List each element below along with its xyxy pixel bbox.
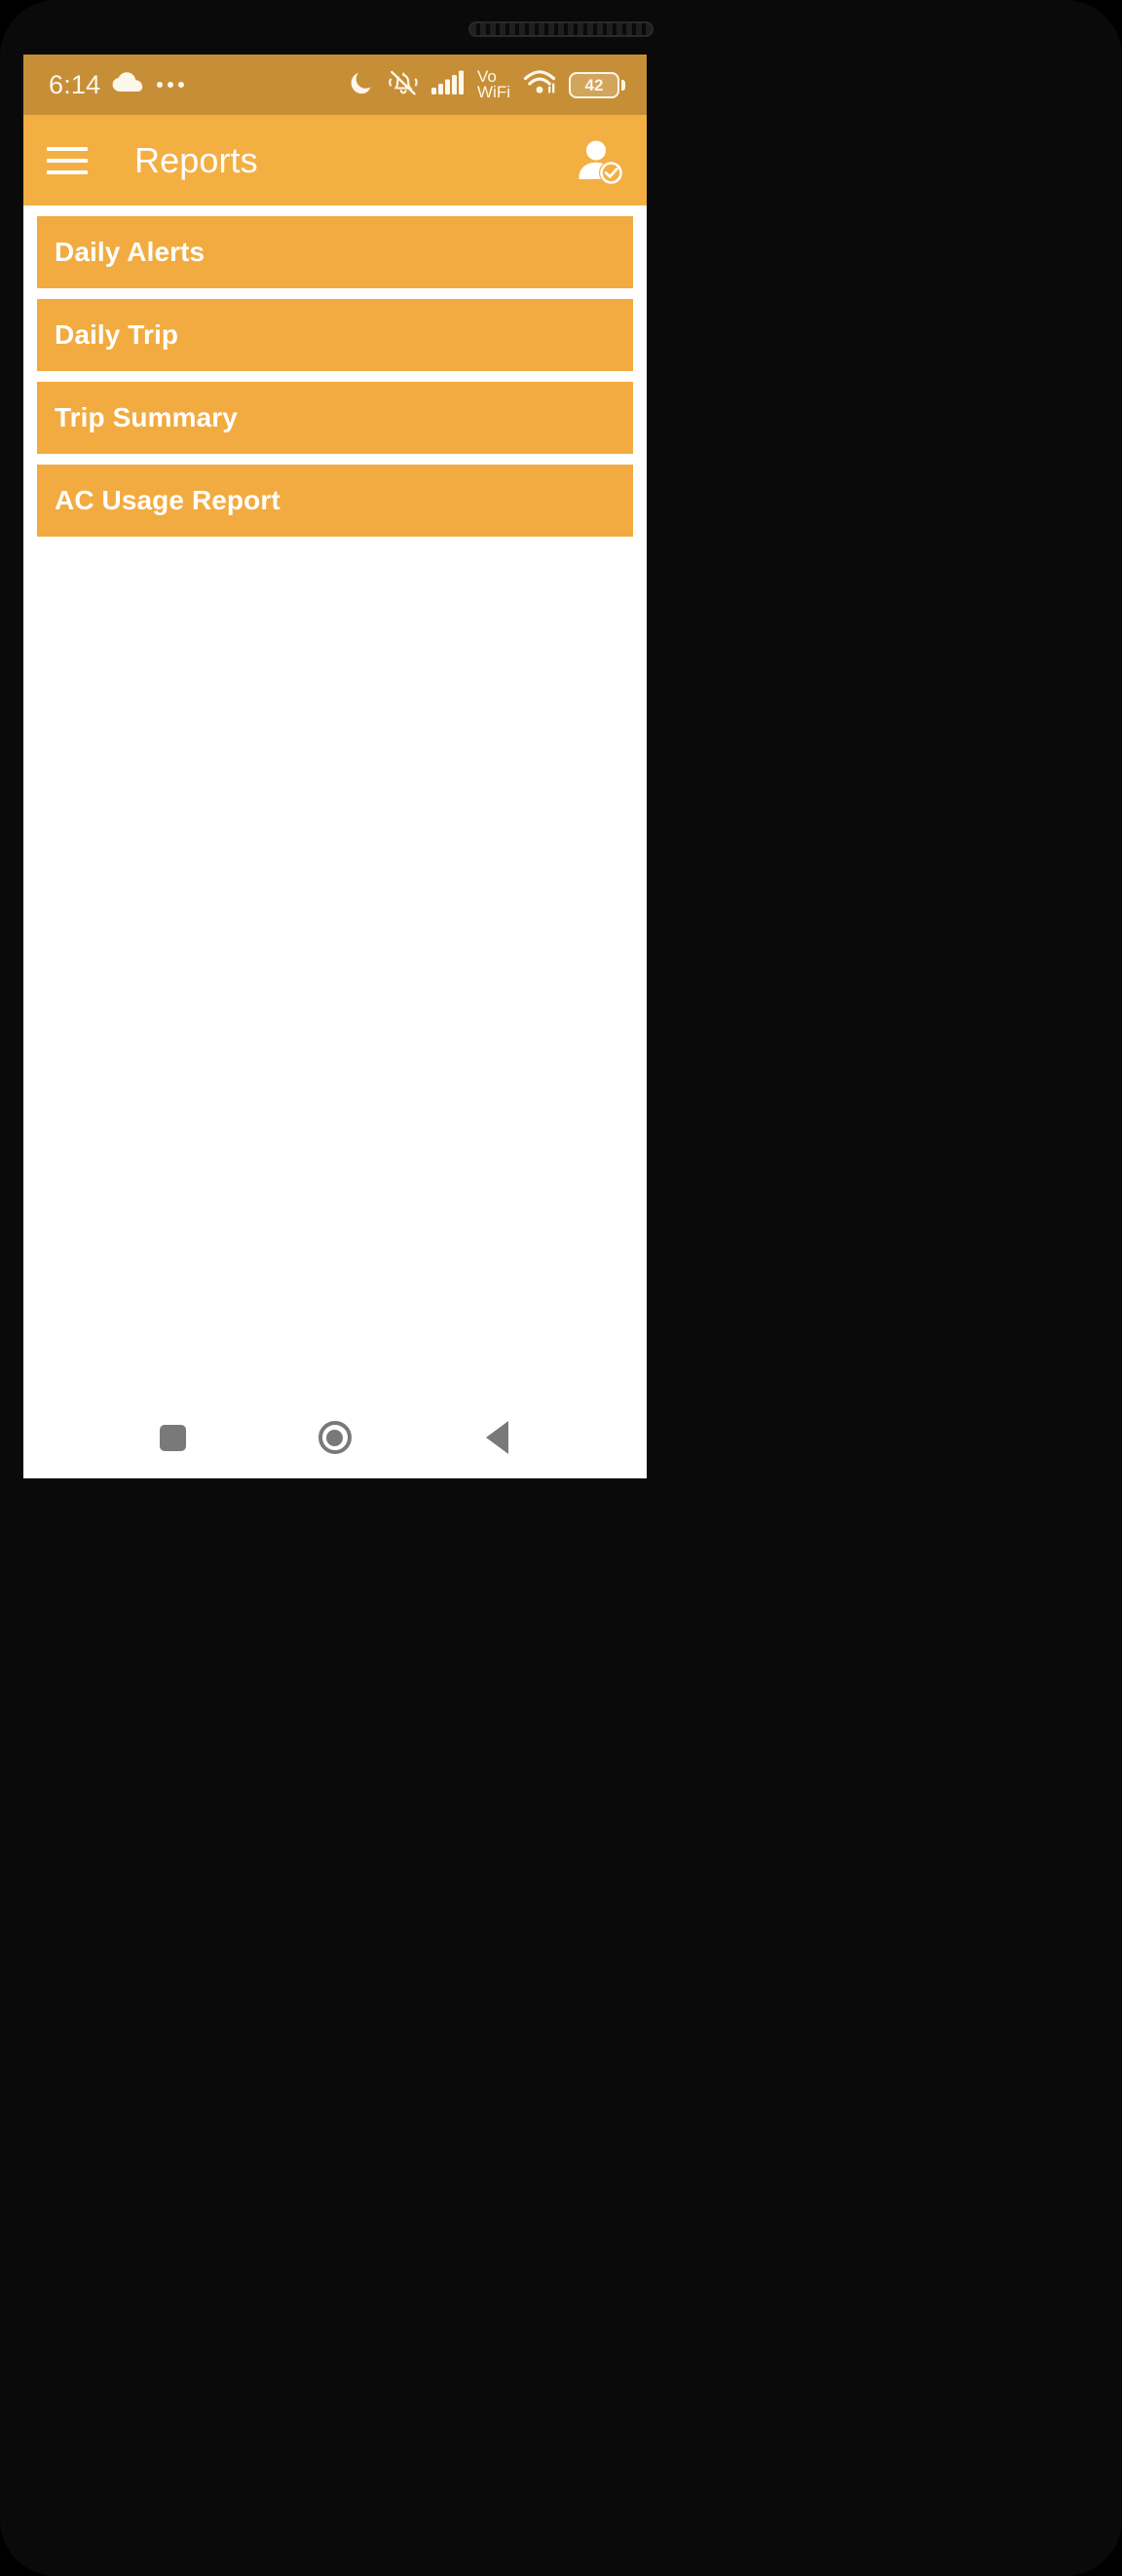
status-bar-left: 6:14 [49,69,185,99]
status-bar: 6:14 Vo WiFi 42 [23,55,647,115]
report-list: Daily Alerts Daily Trip Trip Summary AC … [23,205,647,1397]
wifi-icon [523,69,556,100]
user-verified-icon[interactable] [573,134,625,187]
app-bar: Reports [23,115,647,205]
report-item-label: Trip Summary [55,402,238,432]
report-item-daily-alerts[interactable]: Daily Alerts [37,216,633,288]
battery-icon: 42 [569,71,625,98]
bell-muted-vibrate-icon [388,69,419,101]
more-notifications-icon [157,82,185,88]
cellular-signal-icon [431,70,467,100]
moon-icon [350,70,375,100]
earpiece-speaker-icon [468,21,654,37]
back-triangle-icon[interactable] [468,1407,528,1468]
report-item-label: AC Usage Report [55,485,280,515]
vowifi-indicator: Vo WiFi [477,69,510,101]
hamburger-menu-icon[interactable] [47,138,92,183]
phone-screen: 6:14 Vo WiFi 42 Reports Daily Alerts Dai… [23,55,647,1478]
battery-level-label: 42 [584,75,604,94]
cloud-icon [112,71,143,98]
report-item-trip-summary[interactable]: Trip Summary [37,382,633,454]
vowifi-line-2: WiFi [477,83,510,101]
report-item-label: Daily Trip [55,319,179,350]
status-bar-right: Vo WiFi 42 [350,69,625,101]
android-navigation-bar [23,1397,647,1478]
report-item-ac-usage-report[interactable]: AC Usage Report [37,465,633,537]
phone-frame: 6:14 Vo WiFi 42 Reports Daily Alerts Dai… [0,0,1122,2576]
recents-square-icon[interactable] [142,1407,203,1468]
status-bar-clock: 6:14 [49,69,101,99]
report-item-label: Daily Alerts [55,237,206,267]
page-title: Reports [134,139,258,180]
report-item-daily-trip[interactable]: Daily Trip [37,299,633,371]
home-circle-icon[interactable] [305,1407,365,1468]
